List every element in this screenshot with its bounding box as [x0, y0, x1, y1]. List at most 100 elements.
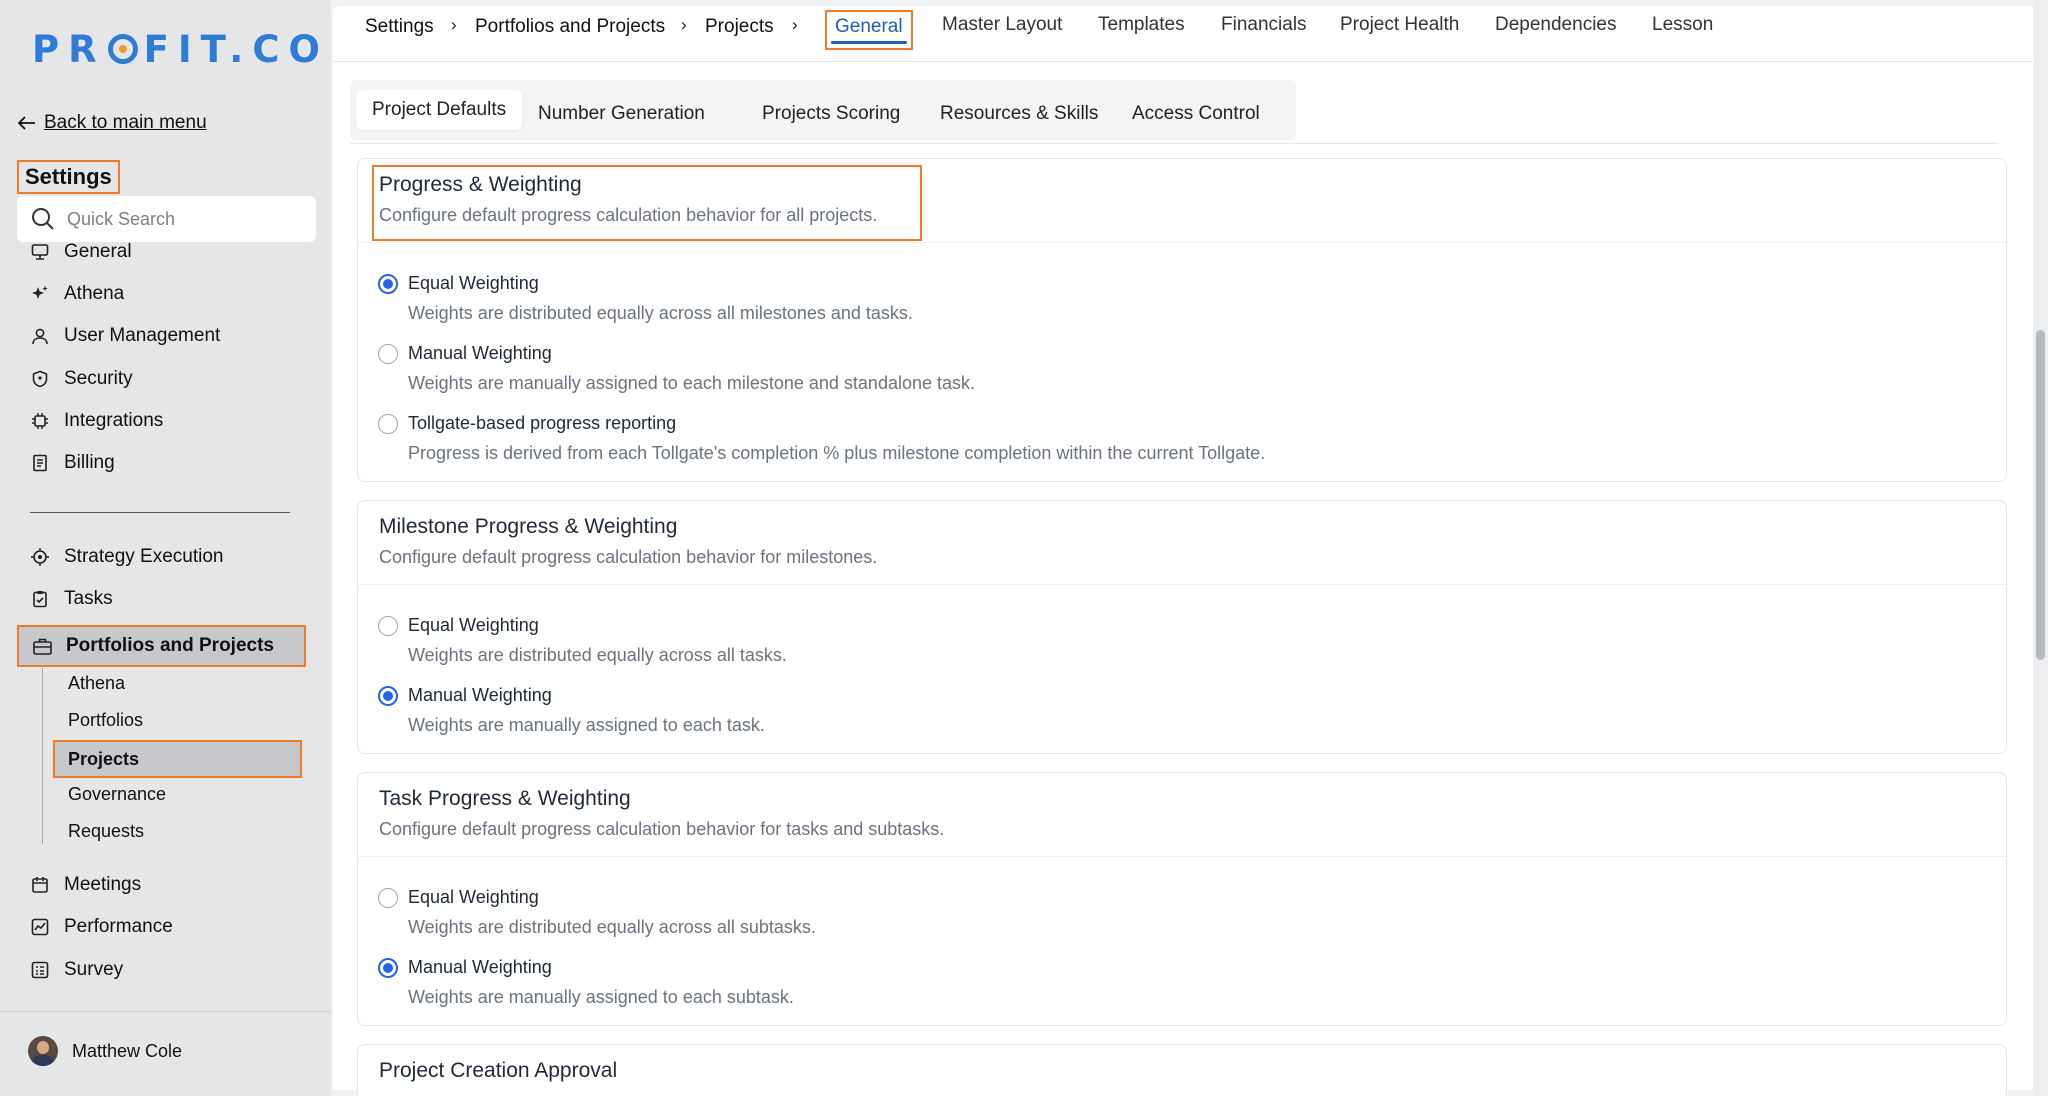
sidebar-item-strategy-execution[interactable]: Strategy Execution	[30, 546, 223, 568]
tab-general[interactable]: General	[825, 10, 913, 50]
sidebar-item-label: Integrations	[64, 410, 164, 431]
sidebar: PR FIT.CO Back to main menu Settings Gene…	[0, 0, 331, 1096]
radio-button[interactable]	[378, 273, 398, 294]
section-title: Progress & Weighting	[379, 173, 582, 196]
sidebar-item-label: Athena	[64, 283, 125, 304]
radio-button[interactable]	[378, 343, 398, 364]
logo-text-right: FIT.CO	[143, 28, 329, 71]
breadcrumb-settings[interactable]: Settings	[365, 16, 434, 38]
sidebar-item-meetings[interactable]: Meetings	[30, 874, 141, 896]
radio-button[interactable]	[378, 887, 398, 908]
settings-heading: Settings	[17, 160, 120, 194]
logo-target-icon	[107, 34, 138, 64]
tab-financials[interactable]: Financials	[1221, 14, 1307, 36]
subtab-project-defaults[interactable]: Project Defaults	[356, 90, 523, 130]
quick-search-input[interactable]	[67, 208, 287, 230]
sidebar-item-survey[interactable]: Survey	[30, 959, 123, 981]
option-description: Progress is derived from each Tollgate's…	[408, 443, 1266, 463]
sidebar-subitem-label: Projects	[68, 748, 140, 769]
sidebar-item-billing[interactable]: Billing	[30, 452, 115, 474]
sidebar-item-tasks[interactable]: Tasks	[30, 588, 113, 610]
sidebar-subitem-governance[interactable]: Governance	[68, 784, 166, 805]
arrow-left-icon	[18, 116, 35, 130]
scrollbar-track[interactable]	[2033, 0, 2048, 1096]
chevron-right-icon: ›	[451, 15, 457, 34]
sidebar-item-label: Meetings	[64, 874, 142, 895]
task-progress-card: Task Progress & Weighting Configure defa…	[357, 772, 2007, 1026]
section-title: Task Progress & Weighting	[379, 787, 631, 810]
sidebar-subitem-requests[interactable]: Requests	[68, 821, 144, 842]
milestone-progress-card: Milestone Progress & Weighting Configure…	[357, 500, 2007, 754]
sidebar-item-portfolios-and-projects[interactable]: Portfolios and Projects	[17, 625, 306, 667]
option-manual-weighting[interactable]: Manual Weighting Weights are manually as…	[378, 343, 975, 394]
clipboard-check-icon	[30, 589, 50, 609]
subtab-access-control[interactable]: Access Control	[1132, 94, 1260, 134]
radio-button[interactable]	[378, 957, 398, 978]
option-equal-weighting[interactable]: Equal Weighting Weights are distributed …	[378, 273, 913, 324]
sidebar-item-performance[interactable]: Performance	[30, 916, 173, 938]
back-to-main-menu-link[interactable]: Back to main menu	[18, 112, 207, 134]
option-manual-weighting[interactable]: Manual Weighting Weights are manually as…	[378, 957, 794, 1008]
chip-icon	[30, 411, 50, 431]
quick-search-box[interactable]	[17, 196, 316, 242]
option-label: Manual Weighting	[408, 957, 552, 977]
option-label: Equal Weighting	[408, 273, 539, 293]
chevron-right-icon: ›	[681, 15, 687, 34]
tab-project-health[interactable]: Project Health	[1340, 14, 1459, 36]
option-tollgate-progress[interactable]: Tollgate-based progress reporting Progre…	[378, 413, 1265, 464]
option-label: Manual Weighting	[408, 685, 552, 705]
option-label: Equal Weighting	[408, 887, 539, 907]
sidebar-subitem-athena[interactable]: Athena	[68, 673, 125, 694]
sparkle-icon	[30, 284, 50, 304]
receipt-icon	[30, 453, 50, 473]
progress-weighting-card: Progress & Weighting Configure default p…	[357, 158, 2007, 482]
tab-templates[interactable]: Templates	[1098, 14, 1185, 36]
user-divider	[0, 1011, 331, 1012]
option-label: Tollgate-based progress reporting	[408, 413, 677, 433]
subtab-projects-scoring[interactable]: Projects Scoring	[762, 94, 900, 134]
sidebar-item-label: Billing	[64, 452, 115, 473]
sidebar-item-label: Survey	[64, 959, 124, 980]
subtab-resources-skills[interactable]: Resources & Skills	[940, 94, 1098, 134]
section-title: Milestone Progress & Weighting	[379, 515, 678, 538]
sidebar-subitem-portfolios[interactable]: Portfolios	[68, 710, 143, 731]
option-manual-weighting[interactable]: Manual Weighting Weights are manually as…	[378, 685, 765, 736]
radio-button[interactable]	[378, 615, 398, 636]
radio-button[interactable]	[378, 413, 398, 434]
subtab-number-generation[interactable]: Number Generation	[538, 94, 705, 134]
card-header: Progress & Weighting Configure default p…	[358, 159, 2006, 243]
shield-icon	[30, 369, 50, 389]
option-equal-weighting[interactable]: Equal Weighting Weights are distributed …	[378, 615, 787, 666]
sidebar-item-security[interactable]: Security	[30, 368, 133, 390]
sidebar-item-integrations[interactable]: Integrations	[30, 410, 163, 432]
sidebar-item-label: General	[64, 241, 132, 262]
tab-dependencies[interactable]: Dependencies	[1495, 14, 1616, 36]
sidebar-item-user-management[interactable]: User Management	[30, 325, 220, 347]
option-equal-weighting[interactable]: Equal Weighting Weights are distributed …	[378, 887, 816, 938]
section-description: Configure default progress calculation b…	[379, 819, 945, 839]
tab-master-layout[interactable]: Master Layout	[942, 14, 1062, 36]
option-label: Equal Weighting	[408, 615, 539, 635]
option-description: Weights are manually assigned to each su…	[408, 987, 794, 1007]
option-description: Weights are distributed equally across a…	[408, 303, 913, 323]
sidebar-item-athena[interactable]: Athena	[30, 283, 124, 305]
profit-co-logo[interactable]: PR FIT.CO	[32, 28, 329, 71]
tab-lesson[interactable]: Lesson	[1652, 14, 1713, 36]
search-icon	[32, 208, 54, 230]
avatar	[28, 1036, 58, 1066]
card-header: Milestone Progress & Weighting Configure…	[358, 501, 2006, 585]
sidebar-item-general[interactable]: General	[30, 241, 132, 263]
section-description: Configure default progress calculation b…	[379, 205, 878, 225]
option-description: Weights are distributed equally across a…	[408, 917, 816, 937]
breadcrumb-portfolios-and-projects[interactable]: Portfolios and Projects	[475, 16, 665, 38]
radio-button[interactable]	[378, 685, 398, 706]
option-description: Weights are manually assigned to each mi…	[408, 373, 976, 393]
scrollbar-thumb[interactable]	[2036, 330, 2045, 660]
section-description: Configure default progress calculation b…	[379, 547, 878, 567]
sidebar-item-label: Tasks	[64, 588, 113, 609]
calendar-icon	[30, 875, 50, 895]
user-profile[interactable]: Matthew Cole	[28, 1036, 182, 1066]
breadcrumb-projects[interactable]: Projects	[705, 16, 774, 38]
sidebar-subitem-projects[interactable]: Projects	[53, 740, 302, 778]
chevron-right-icon: ›	[792, 15, 798, 34]
